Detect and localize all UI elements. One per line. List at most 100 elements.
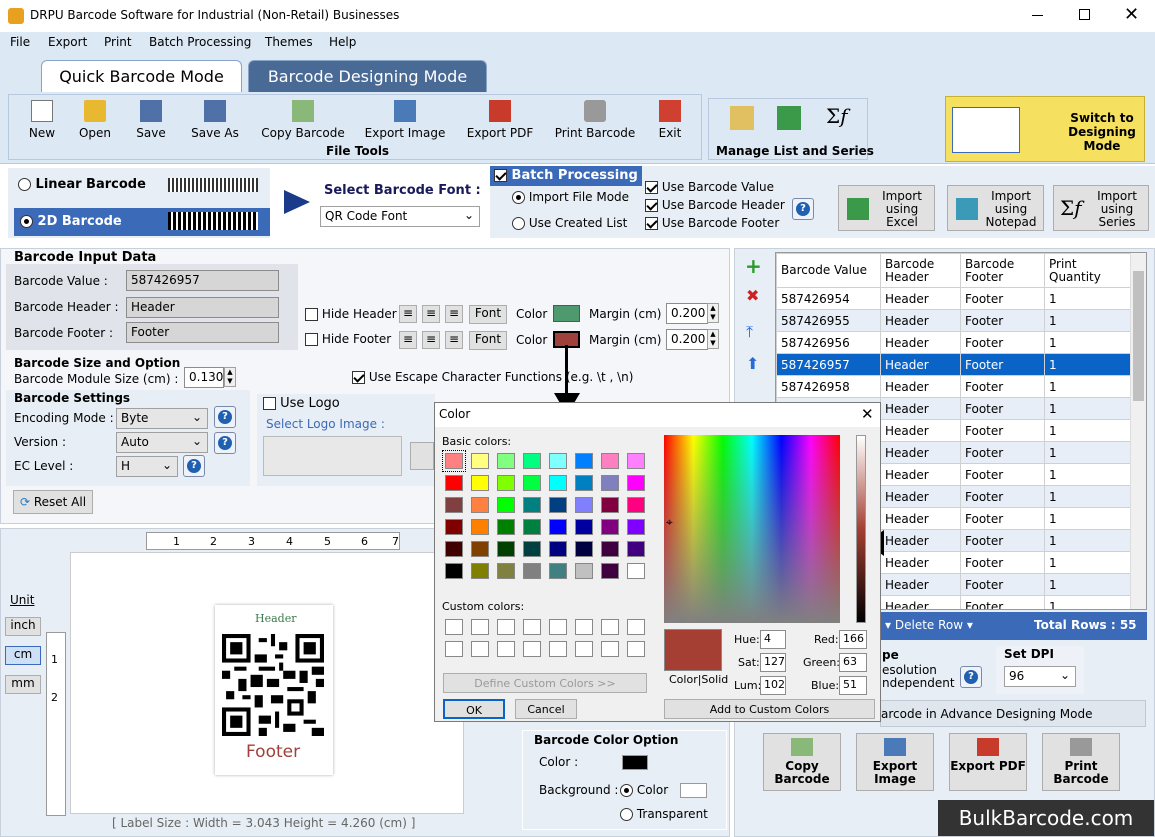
import-series-button[interactable]: Σ𝑓 Import using Series (1053, 185, 1149, 231)
basic-color-swatch[interactable] (549, 541, 567, 557)
browse-logo-icon[interactable] (410, 442, 434, 470)
dpi-help-button[interactable] (960, 666, 982, 688)
basic-color-swatch[interactable] (445, 475, 463, 491)
import-file-mode-radio[interactable]: Import File Mode (512, 190, 629, 204)
basic-color-swatch[interactable] (549, 453, 567, 469)
exit-button[interactable]: Exit (652, 100, 688, 140)
menu-batch-processing[interactable]: Batch Processing (149, 35, 251, 49)
ok-button[interactable]: OK (443, 699, 505, 719)
custom-color-swatch[interactable] (601, 619, 619, 635)
basic-color-swatch[interactable] (445, 541, 463, 557)
batch-help-button[interactable] (792, 198, 814, 220)
save-button[interactable]: Save (131, 100, 171, 140)
encoding-select[interactable]: Byte ⌄ (116, 408, 208, 429)
header-align-right-icon[interactable]: ≡ (445, 305, 463, 323)
custom-color-swatch[interactable] (575, 641, 593, 657)
footer-align-center-icon[interactable]: ≡ (422, 331, 440, 349)
transparent-radio[interactable]: Transparent (620, 807, 708, 821)
use-barcode-value-check[interactable]: Use Barcode Value (645, 180, 774, 194)
basic-color-swatch[interactable] (471, 563, 489, 579)
table-row[interactable]: 587426955 Header Footer 1 (776, 309, 1132, 332)
module-size-input[interactable]: 0.130 (184, 367, 224, 388)
series-formula-icon[interactable]: Σ𝑓 (826, 104, 848, 128)
move-up-icon[interactable]: ⬆ (746, 354, 759, 373)
header-margin-input[interactable]: 0.200 (666, 303, 708, 324)
linear-barcode-radio[interactable]: Linear Barcode (18, 177, 146, 192)
basic-color-swatch[interactable] (497, 475, 515, 491)
basic-color-swatch[interactable] (471, 497, 489, 513)
custom-color-swatch[interactable] (445, 641, 463, 657)
basic-color-swatch[interactable] (575, 519, 593, 535)
custom-color-swatch[interactable] (627, 641, 645, 657)
basic-color-swatch[interactable] (523, 453, 541, 469)
import-notepad-button[interactable]: Import using Notepad (947, 185, 1044, 231)
background-color-swatch[interactable] (680, 783, 707, 798)
ec-level-help-button[interactable] (183, 455, 205, 477)
custom-color-swatch[interactable] (549, 641, 567, 657)
table-row-selected[interactable]: 587426957 Header Footer 1 (776, 353, 1132, 376)
basic-color-swatch[interactable] (523, 519, 541, 535)
custom-color-swatch[interactable] (445, 619, 463, 635)
excel-list-icon[interactable] (777, 106, 801, 130)
tab-quick-barcode-mode[interactable]: Quick Barcode Mode (41, 60, 242, 96)
basic-color-swatch[interactable] (471, 453, 489, 469)
basic-color-swatch[interactable] (471, 475, 489, 491)
basic-color-swatch[interactable] (445, 519, 463, 535)
basic-color-swatch[interactable] (549, 475, 567, 491)
export-pdf-button[interactable]: Export PDF (465, 100, 535, 140)
basic-color-swatch[interactable] (549, 519, 567, 535)
footer-margin-spinner[interactable]: ▲ ▼ (707, 329, 719, 349)
basic-color-swatch[interactable] (575, 453, 593, 469)
module-size-spinner[interactable]: ▲ ▼ (224, 367, 236, 387)
sat-input[interactable]: 127 (760, 653, 786, 672)
basic-color-swatch[interactable] (601, 475, 619, 491)
advance-designing-button[interactable]: arcode in Advance Designing Mode (880, 700, 1146, 727)
basic-color-swatch[interactable] (497, 563, 515, 579)
2d-barcode-radio[interactable]: 2D Barcode (20, 214, 122, 229)
barcode-value-input[interactable]: 587426957 (126, 270, 279, 291)
maximize-icon[interactable] (1079, 9, 1090, 20)
dialog-close-icon[interactable]: ✕ (861, 405, 874, 423)
lum-input[interactable]: 102 (760, 676, 786, 695)
basic-color-swatch[interactable] (601, 541, 619, 557)
color-spectrum[interactable] (664, 435, 840, 623)
custom-color-swatch[interactable] (471, 619, 489, 635)
new-button[interactable]: New (22, 100, 62, 140)
move-top-icon[interactable]: ⤒ (746, 322, 753, 342)
export-image-button[interactable]: Export Image (363, 100, 447, 140)
basic-color-swatch[interactable] (627, 475, 645, 491)
print-barcode-button[interactable]: Print Barcode (553, 100, 637, 140)
save-as-button[interactable]: Save As (188, 100, 242, 140)
basic-color-swatch[interactable] (601, 519, 619, 535)
basic-color-swatch[interactable] (627, 519, 645, 535)
basic-color-swatch[interactable] (445, 497, 463, 513)
custom-color-swatch[interactable] (523, 641, 541, 657)
custom-color-swatch[interactable] (575, 619, 593, 635)
basic-color-swatch[interactable] (523, 563, 541, 579)
header-align-left-icon[interactable]: ≡ (399, 305, 417, 323)
edit-list-icon[interactable] (730, 106, 754, 130)
bottom-copy-barcode-button[interactable]: Copy Barcode (763, 733, 841, 791)
menu-help[interactable]: Help (329, 35, 356, 49)
basic-color-swatch[interactable] (523, 475, 541, 491)
basic-color-swatch[interactable] (445, 563, 463, 579)
bottom-print-barcode-button[interactable]: Print Barcode (1042, 733, 1120, 791)
delete-row-dropdown[interactable]: ▾ Delete Row ▾ (885, 618, 973, 632)
header-font-button[interactable]: Font (469, 305, 507, 324)
basic-color-swatch[interactable] (601, 563, 619, 579)
header-align-center-icon[interactable]: ≡ (422, 305, 440, 323)
use-barcode-header-check[interactable]: Use Barcode Header (645, 198, 785, 212)
add-row-icon[interactable]: + (745, 254, 762, 278)
bottom-export-pdf-button[interactable]: Export PDF (949, 733, 1027, 791)
hide-footer-check[interactable]: Hide Footer (305, 332, 391, 346)
basic-color-swatch[interactable] (497, 453, 515, 469)
custom-color-swatch[interactable] (627, 619, 645, 635)
green-input[interactable]: 63 (839, 653, 867, 672)
delete-row-icon[interactable]: ✖ (746, 286, 759, 305)
add-to-custom-colors-button[interactable]: Add to Custom Colors (664, 699, 875, 719)
menu-export[interactable]: Export (48, 35, 87, 49)
basic-color-swatch[interactable] (601, 453, 619, 469)
basic-color-swatch[interactable] (627, 497, 645, 513)
basic-color-swatch[interactable] (627, 453, 645, 469)
basic-color-swatch[interactable] (523, 541, 541, 557)
